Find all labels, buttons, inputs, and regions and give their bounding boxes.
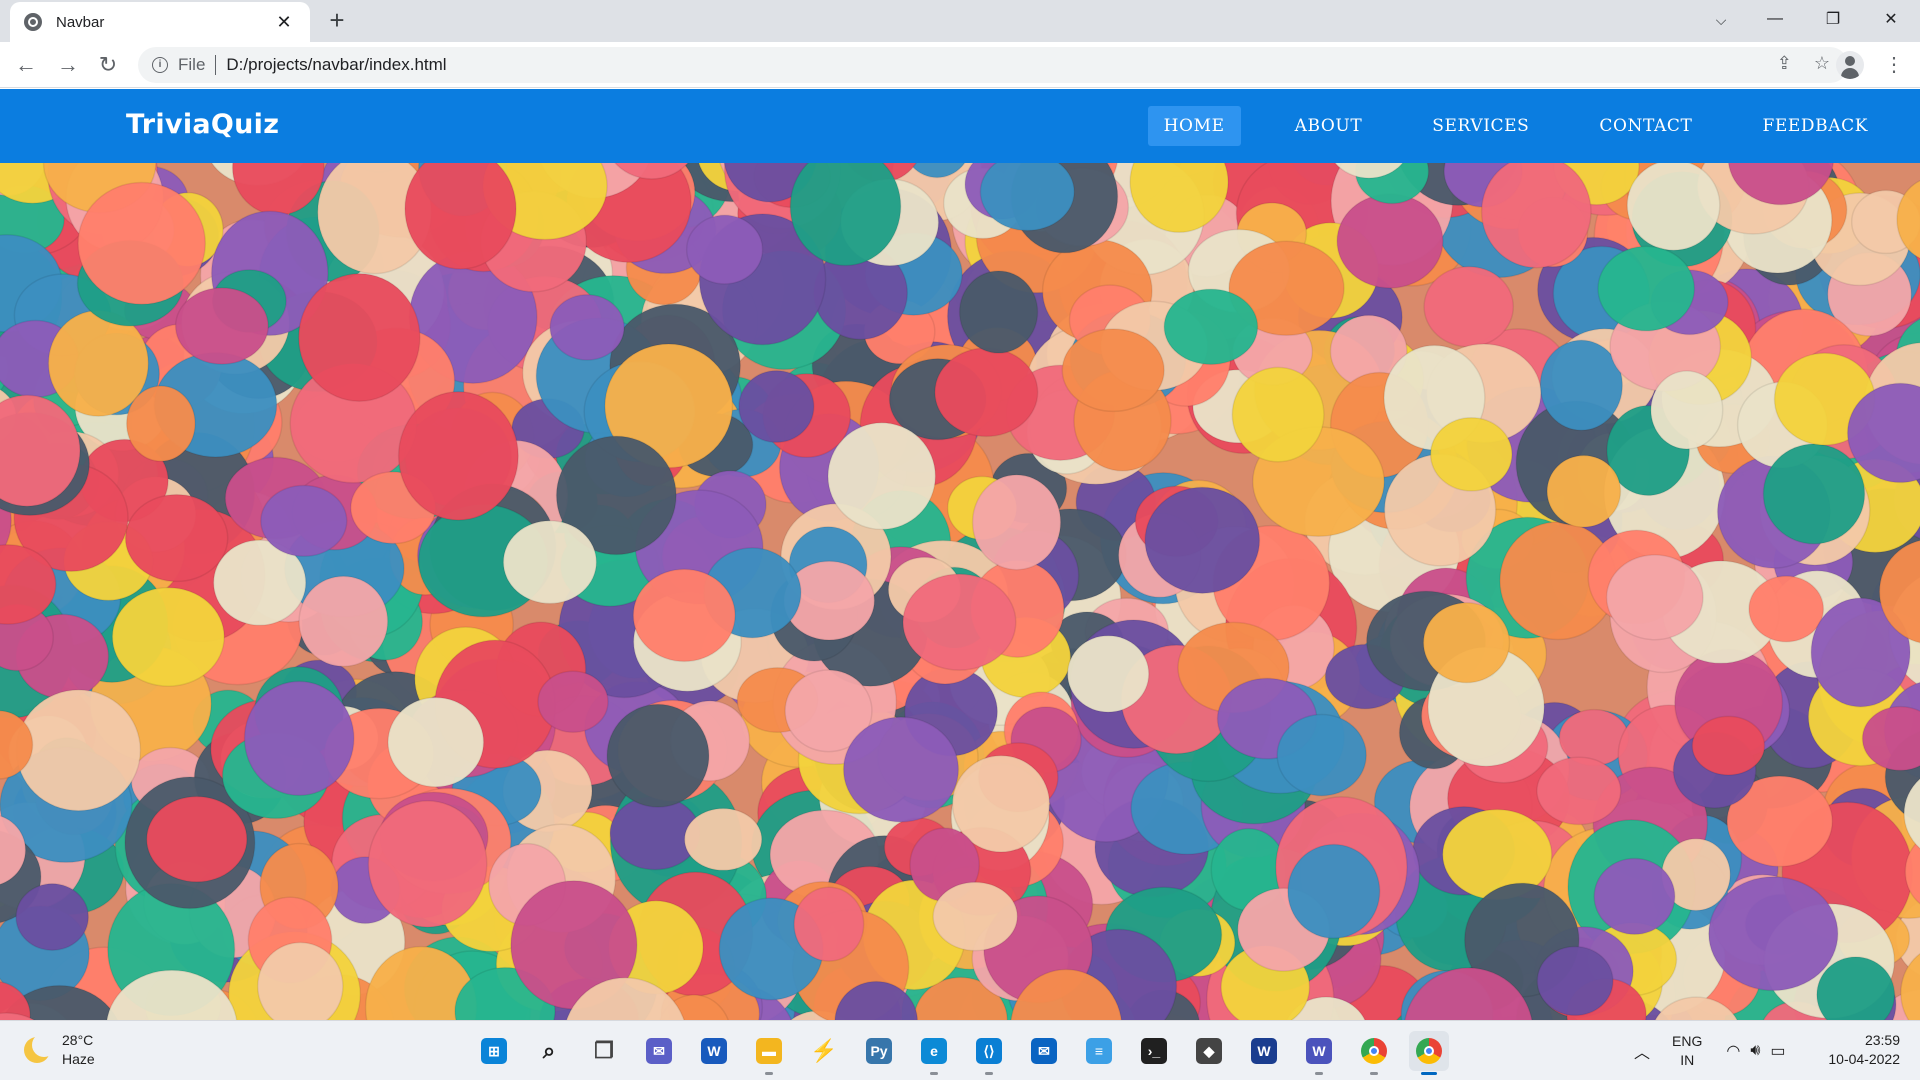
confetti-background [0, 163, 1920, 1020]
nav-item-services[interactable]: SERVICES [1416, 106, 1545, 146]
chat-icon[interactable]: ✉ [639, 1031, 679, 1071]
file-explorer-icon[interactable]: ▬ [749, 1031, 789, 1075]
chrome-active-icon[interactable] [1409, 1031, 1449, 1075]
page-viewport: TriviaQuiz HOME ABOUT SERVICES CONTACT F… [0, 89, 1920, 1020]
tab-title: Navbar [56, 13, 105, 31]
back-icon[interactable]: ← [10, 49, 42, 81]
nav-menu: HOME ABOUT SERVICES CONTACT FEEDBACK [1110, 106, 1884, 146]
nav-item-feedback[interactable]: FEEDBACK [1746, 106, 1884, 146]
url-divider [215, 55, 217, 75]
url-text[interactable]: D:/projects/navbar/index.html [226, 55, 446, 75]
restore-icon[interactable]: ❐ [1804, 0, 1862, 38]
new-tab-button[interactable]: + [322, 6, 352, 36]
tab-search-icon[interactable]: ⌵ [1706, 6, 1736, 34]
windows-taskbar: 28°C Haze ⊞ ⌕ ❐ ✉ W ▬ ⚡ Py e ⟨⟩ ✉ ≡ ›_ ◆ W W ︿ ENG IN ◠… [0, 1020, 1920, 1080]
info-icon[interactable]: i [152, 57, 168, 73]
nav-item-about[interactable]: ABOUT [1279, 106, 1379, 146]
teams-icon[interactable]: W [1299, 1031, 1339, 1075]
weather-desc: Haze [62, 1051, 95, 1067]
battery-icon[interactable]: ▭ [1770, 1041, 1785, 1061]
wifi-icon[interactable]: ◠ [1726, 1041, 1740, 1061]
nav-item-home[interactable]: HOME [1147, 106, 1241, 146]
vscode-icon[interactable]: ⟨⟩ [969, 1031, 1009, 1075]
clock-time: 23:59 [1864, 1032, 1900, 1048]
url-scheme: File [178, 55, 206, 74]
start-icon[interactable]: ⊞ [474, 1031, 514, 1071]
word-icon[interactable]: W [694, 1031, 734, 1071]
forward-icon[interactable]: → [52, 49, 84, 81]
search-icon[interactable]: ⌕ [529, 1031, 569, 1071]
minimize-icon[interactable]: — [1746, 0, 1804, 38]
dropbox-icon[interactable]: ◆ [1189, 1031, 1229, 1071]
share-icon[interactable]: ⇪ [1777, 53, 1792, 74]
site-navbar: TriviaQuiz HOME ABOUT SERVICES CONTACT F… [0, 89, 1920, 163]
python-icon[interactable]: Py [859, 1031, 899, 1071]
globe-icon [24, 13, 42, 31]
site-brand[interactable]: TriviaQuiz [126, 109, 279, 140]
window-close-icon[interactable]: ✕ [1862, 0, 1920, 38]
wordweb-icon[interactable]: W [1244, 1031, 1284, 1071]
window-controls: — ❐ ✕ [1746, 0, 1920, 38]
weather-temp: 28°C [62, 1032, 94, 1048]
task-view-icon[interactable]: ❐ [584, 1031, 624, 1071]
notepad-icon[interactable]: ≡ [1079, 1031, 1119, 1071]
hero-confetti-image [0, 163, 1920, 1020]
terminal-icon[interactable]: ›_ [1134, 1031, 1174, 1071]
moon-icon [24, 1033, 56, 1063]
bookmark-star-icon[interactable]: ☆ [1814, 53, 1830, 74]
reload-icon[interactable]: ↻ [92, 49, 124, 81]
chevron-up-icon[interactable]: ︿ [1634, 1039, 1650, 1063]
browser-menu-icon[interactable]: ⋮ [1882, 51, 1906, 79]
system-tray: ︿ ENG IN ◠ 🔊︎ ▭ [1634, 1031, 1796, 1071]
profile-avatar-icon[interactable] [1836, 51, 1864, 79]
volume-icon[interactable]: 🔊︎ [1750, 1042, 1760, 1060]
lightning-app-icon[interactable]: ⚡ [804, 1031, 844, 1071]
chrome-icon[interactable] [1354, 1031, 1394, 1075]
address-bar[interactable]: i File D:/projects/navbar/index.html ⇪ ☆ [138, 47, 1848, 83]
clock[interactable]: 23:59 10-04-2022 [1828, 1031, 1900, 1069]
browser-tab[interactable]: Navbar ✕ [10, 2, 310, 42]
browser-toolbar: ← → ↻ i File D:/projects/navbar/index.ht… [0, 42, 1920, 88]
edge-icon[interactable]: e [914, 1031, 954, 1075]
weather-widget[interactable]: 28°C Haze [24, 1031, 95, 1069]
close-icon[interactable]: ✕ [272, 12, 296, 33]
clock-date: 10-04-2022 [1828, 1051, 1900, 1067]
lang-primary: ENG [1672, 1033, 1703, 1049]
mail-icon[interactable]: ✉ [1024, 1031, 1064, 1071]
nav-item-contact[interactable]: CONTACT [1583, 106, 1708, 146]
omnibox-actions: ⇪ ☆ [1777, 53, 1830, 74]
language-indicator[interactable]: ENG IN [1672, 1032, 1702, 1070]
browser-tabstrip: Navbar ✕ + ⌵ — ❐ ✕ [0, 0, 1920, 42]
lang-secondary: IN [1680, 1052, 1695, 1068]
taskbar-apps: ⊞ ⌕ ❐ ✉ W ▬ ⚡ Py e ⟨⟩ ✉ ≡ ›_ ◆ W W [474, 1031, 1464, 1075]
